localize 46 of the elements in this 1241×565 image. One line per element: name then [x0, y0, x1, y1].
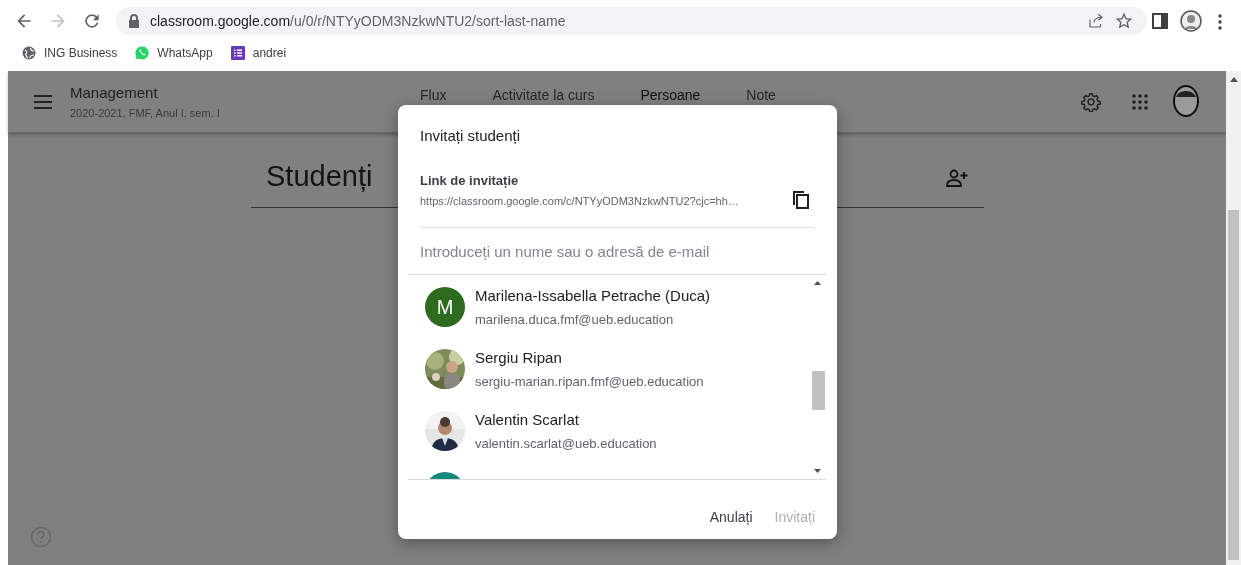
scrollbar-thumb[interactable] — [1228, 210, 1239, 560]
settings-icon[interactable] — [1081, 92, 1101, 112]
globe-icon — [22, 46, 36, 60]
account-avatar-icon[interactable] — [1172, 85, 1200, 117]
course-title[interactable]: Management — [70, 81, 220, 104]
copy-icon[interactable] — [792, 190, 810, 210]
star-icon[interactable] — [1115, 12, 1133, 30]
add-person-icon[interactable] — [946, 169, 968, 187]
chat-bubble-icon — [135, 46, 150, 60]
scroll-up-icon[interactable] — [1230, 77, 1238, 82]
person-name: Sergiu Ripan — [475, 348, 563, 368]
person-name: Marilena-Issabella Petrache (Duca) — [475, 286, 711, 306]
scroll-down-icon[interactable] — [814, 469, 821, 473]
bookmark[interactable]: WhatsApp — [135, 44, 213, 62]
dialog-title: Invitați studenți — [420, 126, 521, 146]
scrollbar-thumb[interactable] — [812, 371, 825, 410]
side-panel-icon[interactable] — [1152, 13, 1168, 29]
more-menu-icon[interactable] — [1218, 14, 1222, 30]
avatar: M — [425, 287, 465, 327]
tab[interactable]: Activitate la curs — [492, 85, 595, 106]
dialog-button[interactable]: Anulați — [701, 503, 761, 532]
tab[interactable]: Flux — [420, 85, 447, 106]
list-icon — [230, 46, 245, 60]
share-icon[interactable] — [1087, 12, 1105, 30]
reload-icon[interactable] — [82, 11, 102, 31]
bookmark[interactable]: ING Business — [22, 44, 118, 62]
course-subtitle: 2020-2021, FMF, Anul I, sem. I — [70, 106, 220, 121]
person-name: Valentin Scarlat — [475, 410, 580, 430]
page-heading: Studenți — [266, 159, 373, 194]
scroll-up-icon[interactable] — [814, 281, 821, 285]
lock-icon — [128, 14, 140, 28]
bookmark[interactable]: andrei — [230, 44, 287, 62]
tab[interactable]: Persoane — [640, 85, 701, 106]
address-bar[interactable]: classroom.google.com/u/0/r/NTYyODM3NzkwNTU2/sort-last-name — [116, 7, 1147, 35]
url-text: classroom.google.com/u/0/r/NTYyODM3NzkwNTU2/sort-last-name — [150, 11, 567, 31]
profile-avatar-icon[interactable] — [1180, 10, 1202, 32]
person-email: sergiu-marian.ripan.fmf@ueb.education — [475, 372, 704, 391]
menu-icon[interactable] — [34, 94, 52, 109]
person-email: valentin.scarlat@ueb.education — [475, 434, 657, 453]
person-email: marilena.duca.fmf@ueb.education — [475, 310, 675, 329]
apps-grid-icon[interactable] — [1132, 94, 1148, 110]
tab[interactable]: Note — [746, 85, 776, 106]
page-scrollbar[interactable] — [1226, 71, 1241, 565]
search-field[interactable]: Introduceți un nume sau o adresă de e-mail — [420, 239, 814, 263]
link-label: Link de invitație — [420, 172, 519, 190]
invite-link[interactable]: https://classroom.google.com/c/NTYyODM3NzkwNTU2?cjc=hh… — [420, 193, 739, 210]
